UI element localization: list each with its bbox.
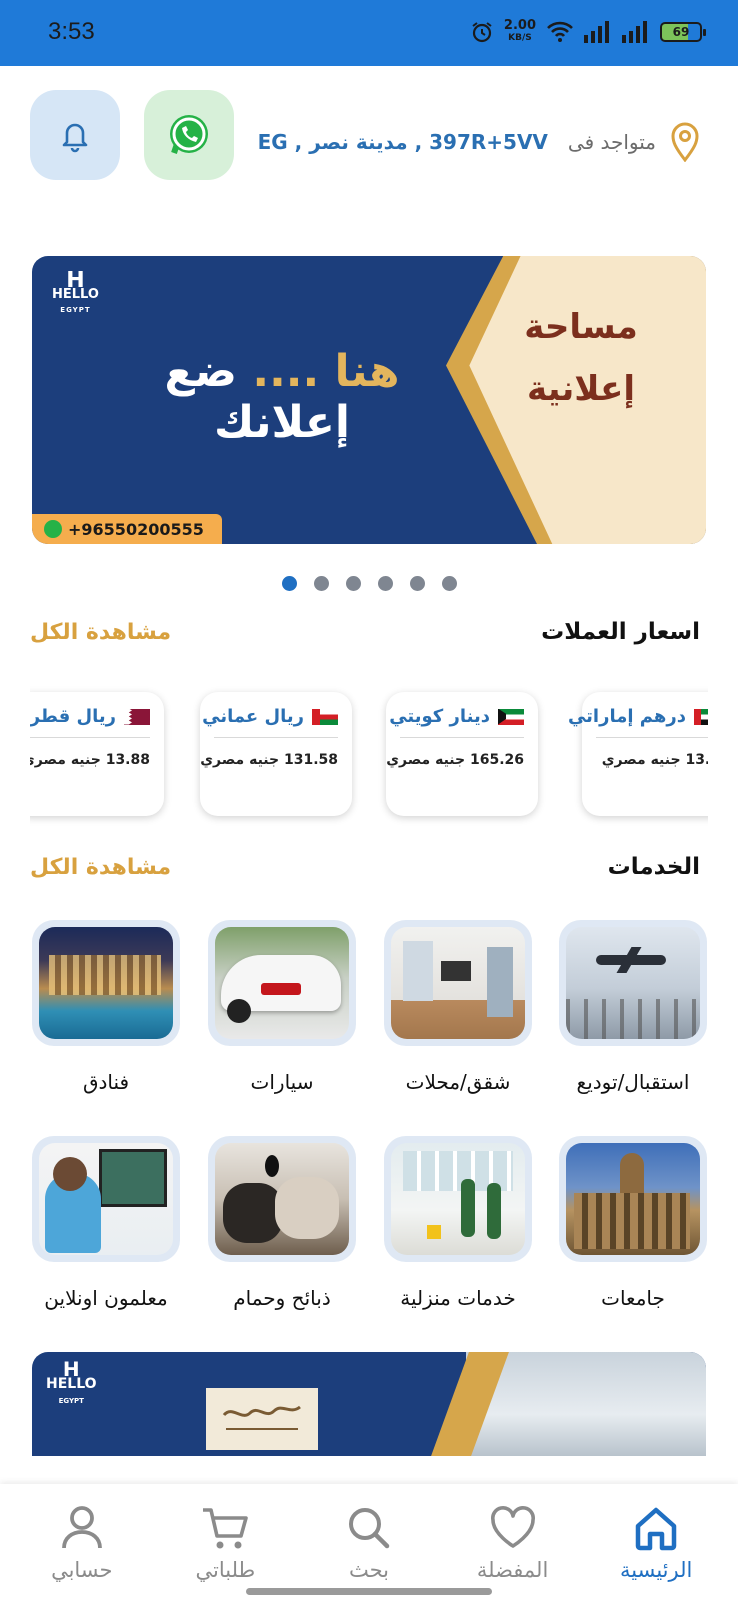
services-title: الخدمات [607, 854, 700, 880]
carousel-dot[interactable] [378, 576, 393, 591]
currency-card[interactable]: درهم إماراتي 13.7 جنيه مصري [568, 692, 708, 816]
nav-account[interactable]: حسابي [17, 1502, 147, 1600]
nav-home[interactable]: الرئيسية [591, 1502, 721, 1600]
whatsapp-icon [44, 520, 62, 538]
status-bar: 3:53 2.00 KB/S 69 [0, 0, 738, 66]
service-hotels[interactable]: فنادق [32, 920, 180, 1094]
whatsapp-button[interactable] [144, 90, 234, 180]
location-pin-icon [671, 122, 699, 162]
system-home-indicator[interactable] [246, 1588, 492, 1595]
currency-card[interactable]: ريال عماني 131.58 جنيه مصري [200, 692, 352, 816]
home-icon [635, 1507, 677, 1551]
bell-icon [62, 123, 88, 153]
alarm-icon [472, 22, 492, 43]
carousel-dot[interactable] [314, 576, 329, 591]
banner-phone: +96550200555 [32, 514, 222, 544]
currency-list[interactable]: درهم إماراتي 13.7 جنيه مصري دينار كويتي … [30, 686, 708, 826]
banner-promo-title: مساحة إعلانية [524, 307, 638, 409]
battery-icon: 69 [660, 22, 706, 42]
uae-flag-icon [694, 708, 708, 725]
search-icon [348, 1508, 390, 1549]
ad-banner[interactable]: مساحة إعلانية ᕼ HELLO EGYPT هنا .... ضع … [32, 256, 706, 544]
university-image [566, 1143, 700, 1255]
carousel-dots [282, 576, 457, 591]
service-airport[interactable]: استقبال/توديع [559, 920, 707, 1094]
services-see-all-link[interactable]: مشاهدة الكل [30, 855, 171, 880]
banner-headline: هنا .... ضع إعلانك [164, 346, 400, 448]
currency-rate: 131.58 جنيه مصري [200, 752, 338, 768]
carousel-dot[interactable] [282, 576, 297, 591]
user-icon [61, 1506, 102, 1549]
wifi-icon [547, 21, 573, 42]
car-image [215, 927, 349, 1039]
currency-rate: 165.26 جنيه مصري [386, 752, 524, 768]
location-label: متواجد فى [567, 130, 656, 154]
heart-icon [490, 1506, 535, 1548]
signal-icon [584, 21, 609, 43]
currency-card[interactable]: دينار كويتي 165.26 جنيه مصري [386, 692, 538, 816]
hello-egypt-logo: ᕼ HELLO EGYPT [52, 268, 99, 315]
qatar-flag-icon [124, 708, 150, 725]
hello-egypt-logo: ᕼ HELLO EGYPT [46, 1357, 97, 1405]
whatsapp-icon [170, 115, 208, 154]
carousel-dot[interactable] [410, 576, 425, 591]
service-universities[interactable]: جامعات [559, 1136, 707, 1310]
location-value: 397R+5VV , مدينة نصر , EG [257, 130, 548, 154]
online-class-image [39, 1143, 173, 1255]
currency-rate: 13.7 جنيه مصري [601, 752, 708, 768]
airport-image [566, 927, 700, 1039]
location-display[interactable]: متواجد فى 397R+5VV , مدينة نصر , EG [258, 122, 700, 162]
status-icons: 2.00 KB/S 69 [470, 14, 706, 50]
network-speed: 2.00 KB/S [503, 18, 536, 43]
notifications-button[interactable] [30, 90, 120, 180]
currencies-see-all-link[interactable]: مشاهدة الكل [30, 620, 171, 645]
partner-logo-icon [222, 1405, 301, 1430]
nav-favorites[interactable]: المفضلة [448, 1502, 578, 1600]
currency-rate: 13.88 جنيه مصري [30, 752, 150, 768]
cart-icon [203, 1508, 249, 1549]
partner-logo-card [206, 1388, 318, 1450]
currencies-title: اسعار العملات [541, 619, 700, 645]
sheep-image [215, 1143, 349, 1255]
cleaning-image [391, 1143, 525, 1255]
apartment-image [391, 927, 525, 1039]
carousel-dot[interactable] [442, 576, 457, 591]
nav-search[interactable]: بحث [304, 1502, 434, 1600]
bottom-navigation: الرئيسية المفضلة بحث طلباتي حسابي [0, 1484, 738, 1600]
nav-orders[interactable]: طلباتي [160, 1502, 290, 1600]
currency-card[interactable]: ريال قطري 13.88 جنيه مصري [30, 692, 164, 816]
ad-banner-2[interactable]: ᕼ HELLO EGYPT [32, 1352, 706, 1456]
service-home-services[interactable]: خدمات منزلية [384, 1136, 532, 1310]
service-online-teachers[interactable]: معلمون اونلاين [32, 1136, 180, 1310]
signal-icon-2 [622, 21, 647, 43]
service-apartments[interactable]: شقق/محلات [384, 920, 532, 1094]
carousel-dot[interactable] [346, 576, 361, 591]
hotel-image [39, 927, 173, 1039]
service-cars[interactable]: سيارات [208, 920, 356, 1094]
oman-flag-icon [312, 708, 338, 725]
service-livestock[interactable]: ذبائح وحمام [208, 1136, 356, 1310]
kuwait-flag-icon [498, 708, 524, 725]
clock: 3:53 [48, 18, 95, 45]
